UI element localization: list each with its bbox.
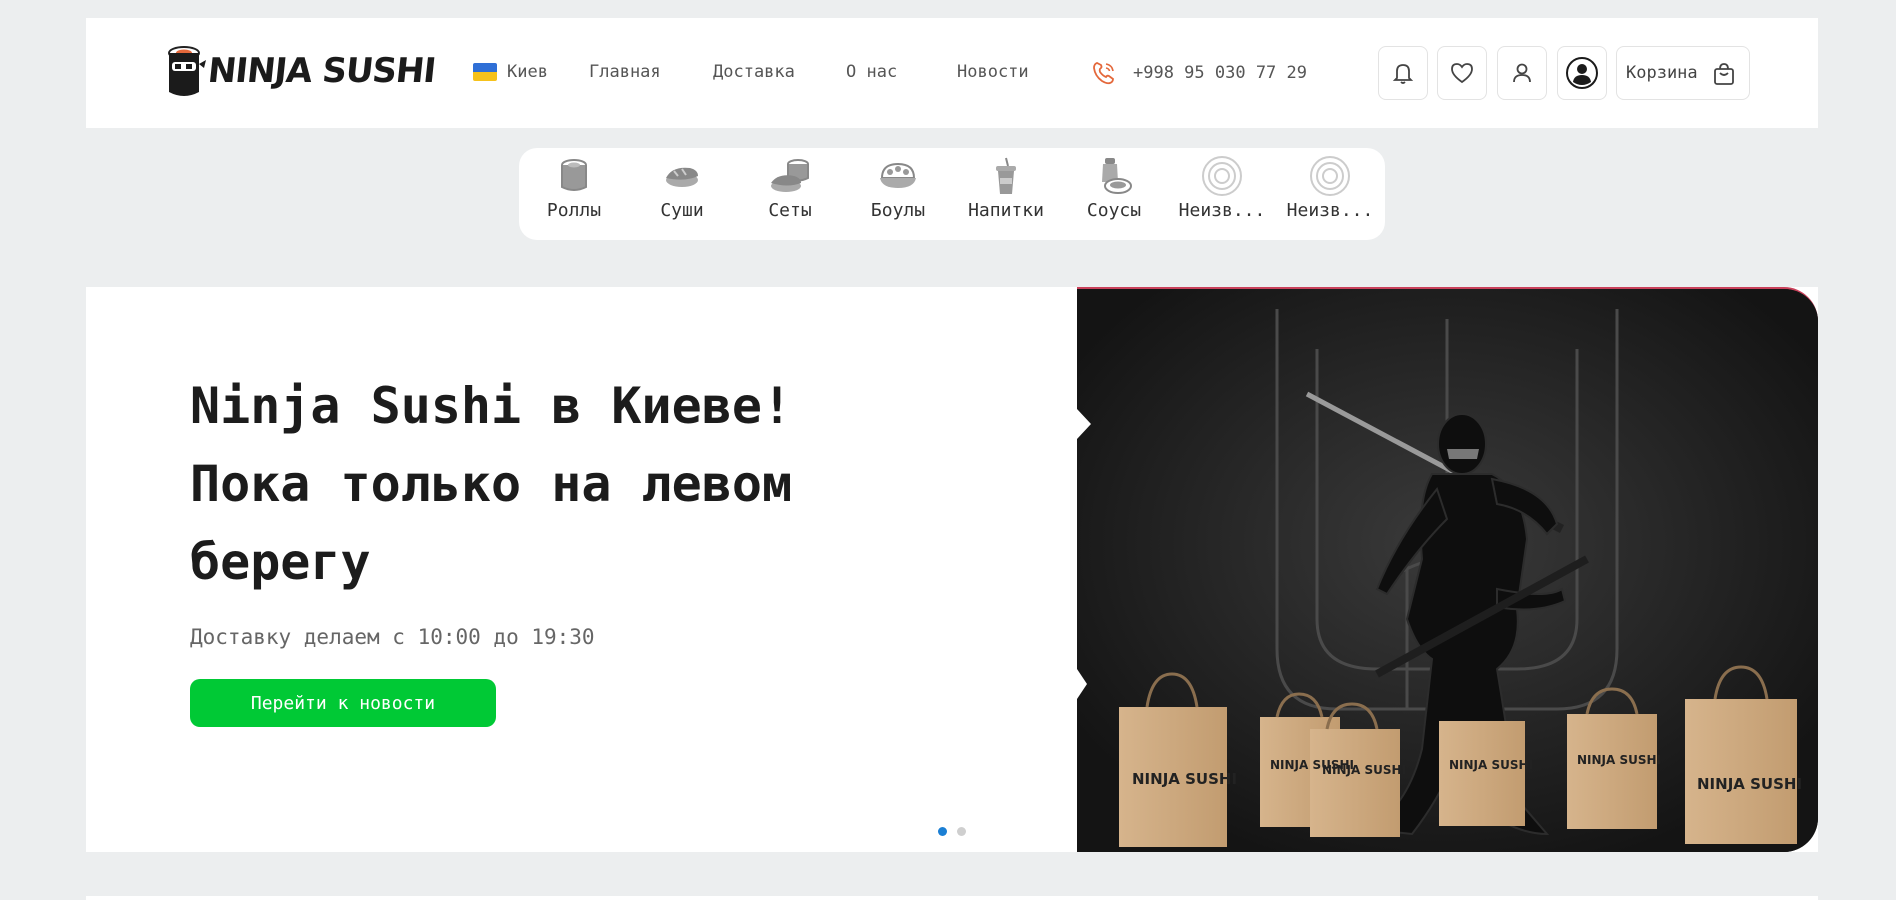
bowl-icon	[880, 162, 916, 188]
svg-text:NINJA SUSHI: NINJA SUSHI	[1577, 753, 1661, 767]
nav-delivery[interactable]: Доставка	[713, 62, 795, 82]
category-label: Боулы	[870, 200, 926, 221]
category-label: Неизв...	[1178, 200, 1266, 221]
go-to-news-button[interactable]: Перейти к новости	[190, 679, 496, 727]
slider-dots	[938, 827, 966, 836]
account-button[interactable]	[1557, 46, 1607, 100]
category-label: Неизв...	[1286, 200, 1374, 221]
category-sets[interactable]: Сеты	[740, 156, 840, 221]
hero-image-ninja: NINJA SUSHI NINJA SUSHI NINJA SUSHI NINJ…	[1077, 287, 1818, 852]
logo-ninja-roll-icon	[166, 44, 206, 98]
sushi-icon	[666, 167, 698, 187]
bell-icon	[1392, 64, 1414, 84]
category-label: Соусы	[1086, 200, 1142, 221]
category-unknown-1[interactable]: Неизв...	[1172, 156, 1272, 221]
cart-icon	[1714, 63, 1734, 85]
notifications-button[interactable]	[1378, 46, 1428, 100]
svg-text:NINJA SUSHI: NINJA SUSHI	[1322, 763, 1406, 777]
heart-icon	[1451, 63, 1473, 84]
hero-title-line: берегу	[190, 533, 371, 591]
account-icon	[1566, 57, 1598, 89]
category-sauces[interactable]: Соусы	[1064, 156, 1164, 221]
category-label: Напитки	[968, 200, 1044, 221]
category-label: Суши	[660, 200, 704, 221]
placeholder-icon	[1202, 156, 1242, 196]
category-bar: Роллы Суши Сеты Боулы Напитки Соусы Неиз…	[519, 148, 1385, 240]
phone-number: +998 95 030 77 29	[1133, 63, 1307, 83]
category-label: Роллы	[546, 200, 602, 221]
nav-about[interactable]: О нас	[846, 62, 897, 82]
drink-icon	[996, 157, 1016, 194]
sauce-icon	[1102, 158, 1132, 194]
logo[interactable]: NINJA SUSHI	[166, 44, 438, 98]
category-label: Сеты	[768, 200, 812, 221]
placeholder-icon	[1310, 156, 1350, 196]
cart-button[interactable]: Корзина	[1616, 46, 1750, 100]
phone-link[interactable]: +998 95 030 77 29	[1091, 60, 1307, 86]
site-header: NINJA SUSHI Киев Главная Доставка О нас …	[86, 18, 1818, 128]
user-icon	[1513, 63, 1531, 83]
cart-label: Корзина	[1626, 63, 1698, 83]
category-unknown-2[interactable]: Неизв...	[1280, 156, 1380, 221]
phone-icon	[1093, 62, 1114, 85]
category-sushi[interactable]: Суши	[632, 156, 732, 221]
hero-title-line: Пока только на левом	[190, 455, 793, 513]
roll-icon	[561, 159, 587, 191]
bag-logo-text: NINJA SUSHI	[1132, 770, 1237, 788]
category-drinks[interactable]: Напитки	[956, 156, 1056, 221]
slider-dot[interactable]	[957, 827, 966, 836]
nav-news[interactable]: Новости	[957, 62, 1029, 82]
hero-title-line: Ninja Sushi в Киеве!	[190, 377, 793, 435]
hero-subtitle: Доставку делаем с 10:00 до 19:30	[190, 625, 595, 649]
category-bowls[interactable]: Боулы	[848, 156, 948, 221]
hero-title: Ninja Sushi в Киеве! Пока только на лево…	[190, 367, 910, 601]
nav-home[interactable]: Главная	[589, 62, 661, 82]
hero-banner: Ninja Sushi в Киеве! Пока только на лево…	[86, 287, 1818, 852]
favorites-button[interactable]	[1437, 46, 1487, 100]
ukraine-flag-icon	[473, 63, 497, 81]
city-selector[interactable]: Киев	[473, 62, 548, 82]
profile-button[interactable]	[1497, 46, 1547, 100]
slider-dot-active[interactable]	[938, 827, 947, 836]
category-rolls[interactable]: Роллы	[524, 156, 624, 221]
svg-text:NINJA SUSHI: NINJA SUSHI	[1697, 775, 1802, 793]
next-section-edge	[86, 896, 1818, 900]
logo-text: NINJA SUSHI	[205, 51, 438, 91]
svg-text:NINJA SUSHI: NINJA SUSHI	[1449, 758, 1533, 772]
city-label: Киев	[507, 62, 548, 82]
set-icon	[771, 159, 809, 192]
